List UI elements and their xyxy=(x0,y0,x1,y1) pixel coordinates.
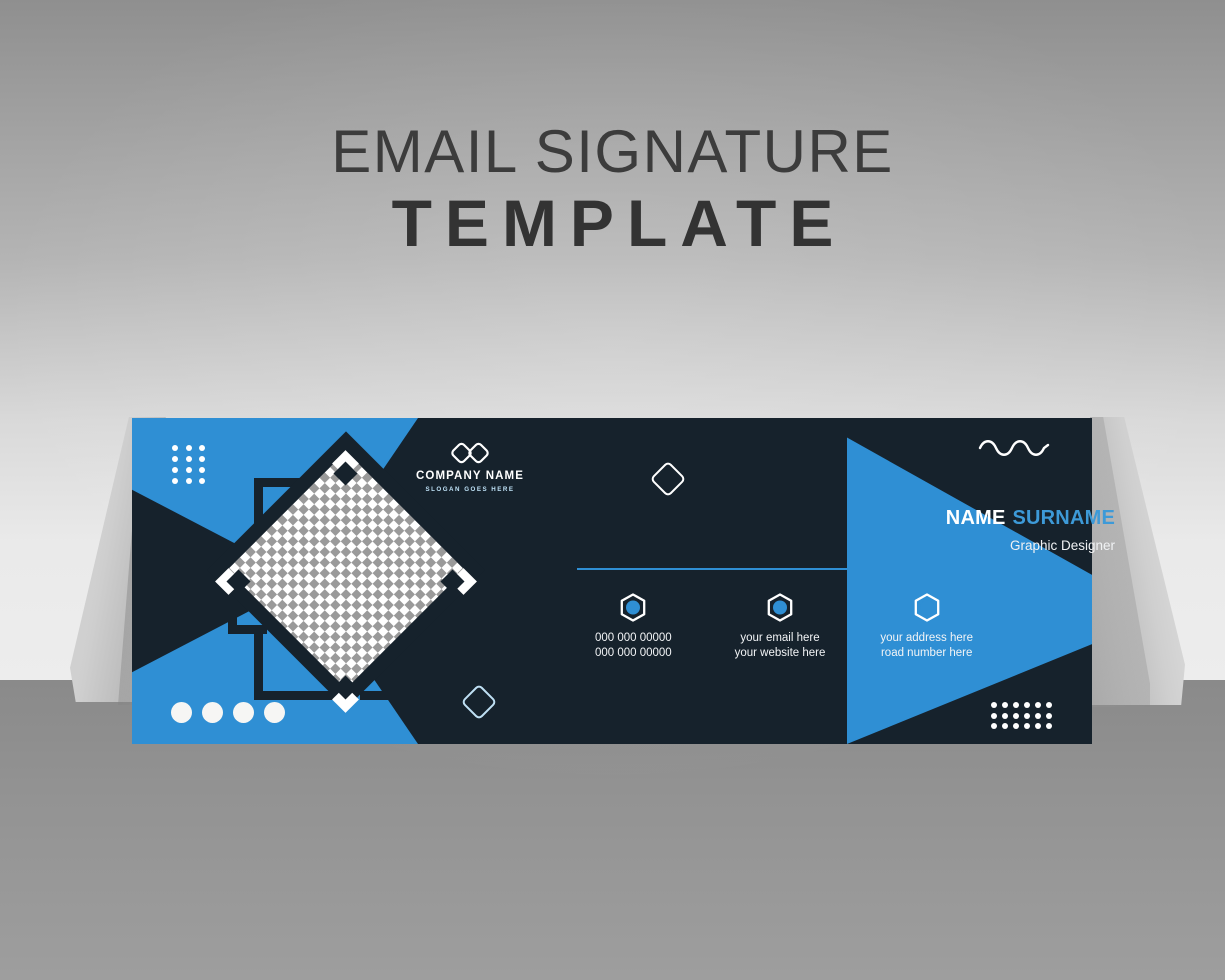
overlapping-diamonds-logo-icon xyxy=(451,442,489,464)
divider xyxy=(577,568,986,570)
email-hexagon-icon xyxy=(767,593,793,622)
contact-item-address[interactable]: your address here road number here xyxy=(853,593,1000,661)
contact-item-phone[interactable]: 000 000 00000 000 000 00000 xyxy=(560,593,707,661)
job-title: Graphic Designer xyxy=(1009,538,1115,553)
wave-line-icon xyxy=(978,440,1050,462)
contact-list: 000 000 00000 000 000 00000 your email h… xyxy=(560,593,1000,661)
blue-wedge-upper xyxy=(847,437,1092,581)
company-name: COMPANY NAME xyxy=(416,470,524,482)
contact-line-2: your website here xyxy=(734,647,826,660)
contact-line-1: 000 000 00000 xyxy=(594,632,672,644)
phone-hexagon-icon xyxy=(620,593,646,622)
headline-line-1: EMAIL SIGNATURE xyxy=(331,118,894,185)
contact-line-2: road number here xyxy=(880,647,973,660)
contact-line-1: your address here xyxy=(880,632,974,644)
company-slogan: SLOGAN GOES HERE xyxy=(425,485,515,493)
dot-grid-icon xyxy=(172,445,208,484)
circle-row-icon xyxy=(171,702,285,723)
headline-line-2: TEMPLATE xyxy=(391,186,847,260)
contact-line-1: your email here xyxy=(740,632,820,644)
contact-item-email[interactable]: your email here your website here xyxy=(707,593,854,661)
first-name: NAME xyxy=(945,507,1006,529)
contact-line-2: 000 000 00000 xyxy=(594,647,672,660)
dark-panel-right xyxy=(607,418,1092,744)
location-hexagon-icon xyxy=(914,593,940,622)
person-name: NAME SURNAME xyxy=(946,507,1115,530)
page-title: EMAIL SIGNATURE TEMPLATE xyxy=(0,122,1225,259)
company-branding: COMPANY NAME SLOGAN GOES HERE xyxy=(390,440,550,493)
last-name: SURNAME xyxy=(1012,507,1115,529)
dot-grid-icon xyxy=(991,702,1053,730)
